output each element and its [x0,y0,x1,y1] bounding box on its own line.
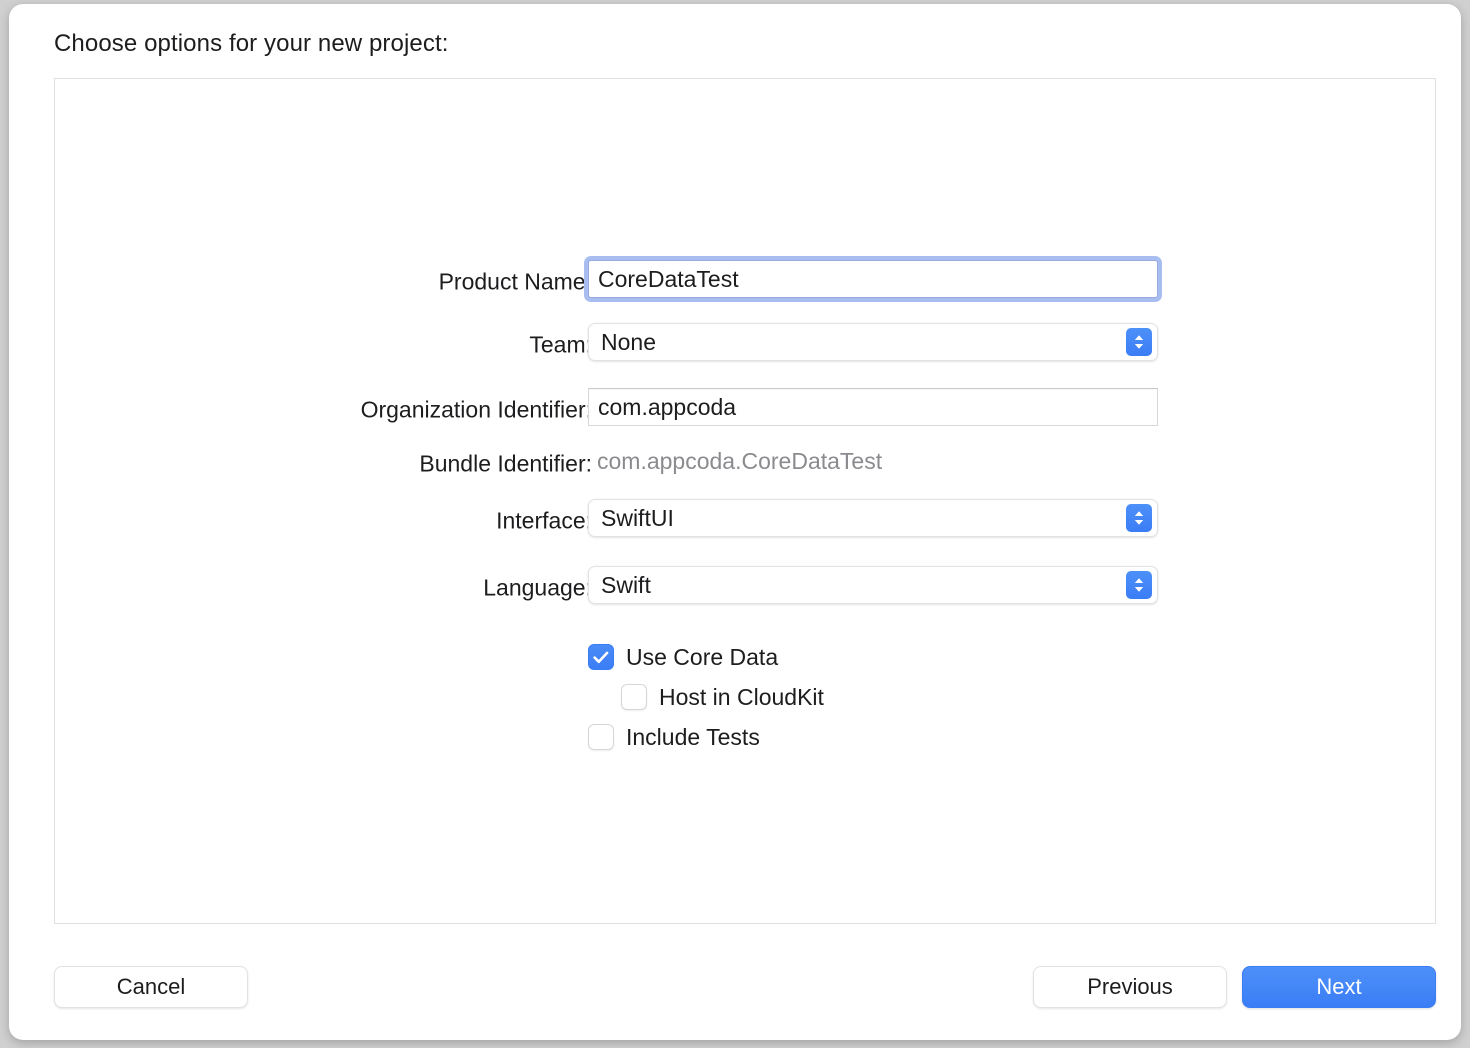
organization-identifier-control: com.appcoda [588,388,1158,426]
new-project-options-dialog: Choose options for your new project: Pro… [9,4,1461,1040]
team-select[interactable]: None [588,323,1158,361]
bundle-identifier-label: Bundle Identifier: [419,450,592,477]
form-row-product-name: Product Name: CoreDataTest [55,260,1435,304]
use-core-data-checkbox[interactable] [588,644,614,670]
organization-identifier-input[interactable]: com.appcoda [588,388,1158,426]
project-options-form: Product Name: CoreDataTest Team: None Organi… [55,79,1435,923]
options-panel: Product Name: CoreDataTest Team: None Organi… [54,78,1436,924]
interface-control: SwiftUI [588,499,1158,537]
form-row-language: Language: Swift [55,566,1435,610]
language-control: Swift [588,566,1158,604]
include-tests-checkbox[interactable] [588,724,614,750]
host-in-cloudkit-checkbox[interactable] [621,684,647,710]
team-selected-value: None [601,328,656,355]
interface-label: Interface: [496,507,592,534]
product-name-input[interactable]: CoreDataTest [588,260,1158,298]
cancel-button[interactable]: Cancel [54,966,248,1008]
form-row-team: Team: None [55,323,1435,367]
product-name-label: Product Name: [438,268,592,295]
language-selected-value: Swift [601,571,651,598]
team-label: Team: [529,331,592,358]
use-core-data-label: Use Core Data [626,643,779,670]
checkbox-row-host-in-cloudkit[interactable]: Host in CloudKit [621,682,824,712]
checkbox-row-use-core-data[interactable]: Use Core Data [588,642,778,672]
previous-button[interactable]: Previous [1033,966,1227,1008]
interface-selected-value: SwiftUI [601,504,674,531]
team-control: None [588,323,1158,361]
form-row-interface: Interface: SwiftUI [55,499,1435,543]
language-label: Language: [483,574,592,601]
chevron-up-down-icon[interactable] [1126,504,1152,532]
next-button[interactable]: Next [1242,966,1436,1008]
bundle-identifier-value: com.appcoda.CoreDataTest [597,447,883,474]
product-name-control: CoreDataTest [588,260,1158,298]
bundle-identifier-control: com.appcoda.CoreDataTest [588,442,882,480]
organization-identifier-label: Organization Identifier: [360,396,592,423]
host-in-cloudkit-label: Host in CloudKit [659,683,824,710]
form-row-organization-identifier: Organization Identifier: com.appcoda [55,388,1435,432]
checkbox-row-include-tests[interactable]: Include Tests [588,722,760,752]
chevron-up-down-icon[interactable] [1126,571,1152,599]
interface-select[interactable]: SwiftUI [588,499,1158,537]
include-tests-label: Include Tests [626,723,760,750]
chevron-up-down-icon[interactable] [1126,328,1152,356]
language-select[interactable]: Swift [588,566,1158,604]
page-title: Choose options for your new project: [54,30,449,57]
form-row-bundle-identifier: Bundle Identifier: com.appcoda.CoreDataTe… [55,442,1435,486]
